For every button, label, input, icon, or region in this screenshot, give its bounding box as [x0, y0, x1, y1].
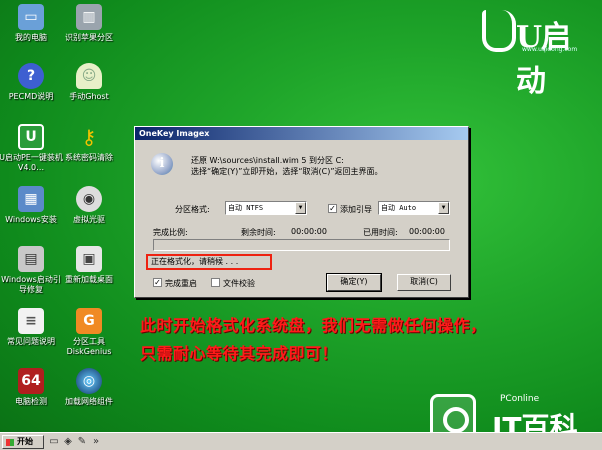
desktop-icon-faq[interactable]: ≡ 常见问题说明	[0, 308, 64, 347]
virtual-drive-icon: ◉	[76, 186, 102, 212]
computer-icon: ▭	[18, 4, 44, 30]
cancel-button[interactable]: 取消(C)	[397, 274, 451, 291]
desktop-icon-manual-ghost[interactable]: ☺ 手动Ghost	[56, 63, 122, 102]
desktop-icon-label: PECMD说明	[8, 92, 54, 101]
verify-checkbox[interactable]	[211, 278, 220, 287]
reboot-checkbox[interactable]: ✓	[153, 278, 162, 287]
ok-button[interactable]: 确定(Y)	[326, 273, 382, 292]
quicklaunch-tool-icon[interactable]: ✎	[76, 436, 88, 448]
desktop-icon-my-computer[interactable]: ▭ 我的电脑	[0, 4, 64, 43]
diskgenius-icon: G	[76, 308, 102, 334]
taskbar: 开始 ▭ ◈ ✎ »	[0, 432, 602, 450]
boot-select[interactable]: 自动 Auto ▼	[378, 201, 450, 215]
help-icon: ?	[18, 63, 44, 89]
desktop-icon-label: 识别苹果分区	[65, 33, 113, 42]
desktop-icon-boot-repair[interactable]: ▤ Windows启动引导修复	[0, 246, 64, 295]
desktop-icon-label: 我的电脑	[15, 33, 47, 42]
annotation-line2: 只需耐心等待其完成即可！	[140, 344, 339, 363]
format-label: 分区格式:	[175, 205, 210, 214]
dialog-message-line2: 选择“确定(Y)”立即开始，选择“取消(C)”返回主界面。	[191, 167, 383, 176]
annotation-line1: 此时开始格式化系统盘，我们无需做任何操作，	[140, 316, 487, 335]
logo-url: www.uqidong.com	[522, 46, 578, 53]
key-icon: ⚷	[81, 125, 97, 149]
dialog-message: 还原 W:\sources\install.wim 5 到分区 C: 选择“确定…	[191, 155, 383, 177]
reload-desktop-icon: ▣	[76, 246, 102, 272]
installer-icon: U	[18, 124, 44, 150]
quicklaunch-arrow-icon[interactable]: »	[90, 436, 102, 448]
desktop-icon-apple-partition[interactable]: ▥ 识别苹果分区	[56, 4, 122, 43]
desktop-icon-password-clear[interactable]: ⚷ 系统密码清除	[56, 124, 122, 163]
desktop-icon-label: 手动Ghost	[69, 92, 109, 101]
network-icon: ◎	[76, 368, 102, 394]
status-text: 正在格式化，请稍候 . . .	[146, 254, 272, 270]
desktop-icon-windows-setup[interactable]: ▦ Windows安装	[0, 186, 64, 225]
progress-bar	[153, 239, 450, 251]
dialog-title: OneKey Imagex	[135, 127, 468, 140]
quicklaunch-disk-icon[interactable]: ◈	[62, 436, 74, 448]
desktop-icon-label: 分区工具DiskGenius	[66, 337, 112, 356]
desktop-icon-detect[interactable]: 64 电脑检测	[0, 368, 64, 407]
chevron-down-icon[interactable]: ▼	[438, 202, 449, 214]
format-select-value: 自动 NTFS	[228, 204, 264, 212]
quicklaunch-desktop-icon[interactable]: ▭	[48, 436, 60, 448]
remaining-value: 00:00:00	[291, 227, 327, 236]
chevron-down-icon[interactable]: ▼	[295, 202, 306, 214]
detect-icon: 64	[18, 368, 44, 394]
desktop-icon-label: 重新加载桌面	[65, 275, 113, 284]
progress-label: 完成比例:	[153, 228, 188, 237]
document-icon: ≡	[18, 308, 44, 334]
onekey-imagex-dialog: OneKey Imagex i 还原 W:\sources\install.wi…	[134, 126, 469, 298]
desktop-icon-network[interactable]: ◎ 加载网络组件	[56, 368, 122, 407]
boot-checkbox-label: 添加引导	[340, 205, 372, 214]
desktop-icon-label: Windows安装	[5, 215, 57, 224]
elapsed-value: 00:00:00	[409, 227, 445, 236]
desktop-icon-label: Windows启动引导修复	[1, 275, 61, 294]
boot-repair-icon: ▤	[18, 246, 44, 272]
boot-checkbox[interactable]: ✓	[328, 204, 337, 213]
desktop-icon-label: U启动PE一键装机 V4.0…	[0, 153, 63, 172]
desktop-icon-label: 常见问题说明	[7, 337, 55, 346]
u-qidong-logo: U启动 www.uqidong.com	[482, 8, 592, 99]
desktop-icon-label: 电脑检测	[15, 397, 47, 406]
desktop-icon-label: 加载网络组件	[65, 397, 113, 406]
reboot-checkbox-label: 完成重启	[165, 279, 197, 288]
boot-select-value: 自动 Auto	[381, 204, 417, 212]
verify-checkbox-label: 文件校验	[223, 279, 255, 288]
info-icon: i	[151, 153, 173, 175]
remaining-label: 剩余时间:	[241, 228, 276, 237]
desktop-icon-virtual-drive[interactable]: ◉ 虚拟光驱	[56, 186, 122, 225]
elapsed-label: 已用时间:	[363, 228, 398, 237]
watermark-small: PConline	[500, 394, 540, 404]
logo-brand: U启动	[516, 20, 571, 99]
dialog-message-line1: 还原 W:\sources\install.wim 5 到分区 C:	[191, 156, 344, 165]
disk-icon: ▥	[76, 4, 102, 30]
desktop-icon-label: 虚拟光驱	[73, 215, 105, 224]
start-button[interactable]: 开始	[2, 435, 44, 449]
desktop-icon-pecmd-help[interactable]: ? PECMD说明	[0, 63, 64, 102]
desktop-icon-reload-desktop[interactable]: ▣ 重新加载桌面	[56, 246, 122, 285]
desktop-icon-u-installer[interactable]: U U启动PE一键装机 V4.0…	[0, 124, 64, 173]
ghost-icon: ☺	[76, 63, 102, 89]
format-select[interactable]: 自动 NTFS ▼	[225, 201, 307, 215]
desktop-icon-label: 系统密码清除	[65, 153, 113, 162]
desktop-icon-diskgenius[interactable]: G 分区工具DiskGenius	[56, 308, 122, 357]
windows-setup-icon: ▦	[18, 186, 44, 212]
logo-u-mark	[482, 10, 516, 52]
